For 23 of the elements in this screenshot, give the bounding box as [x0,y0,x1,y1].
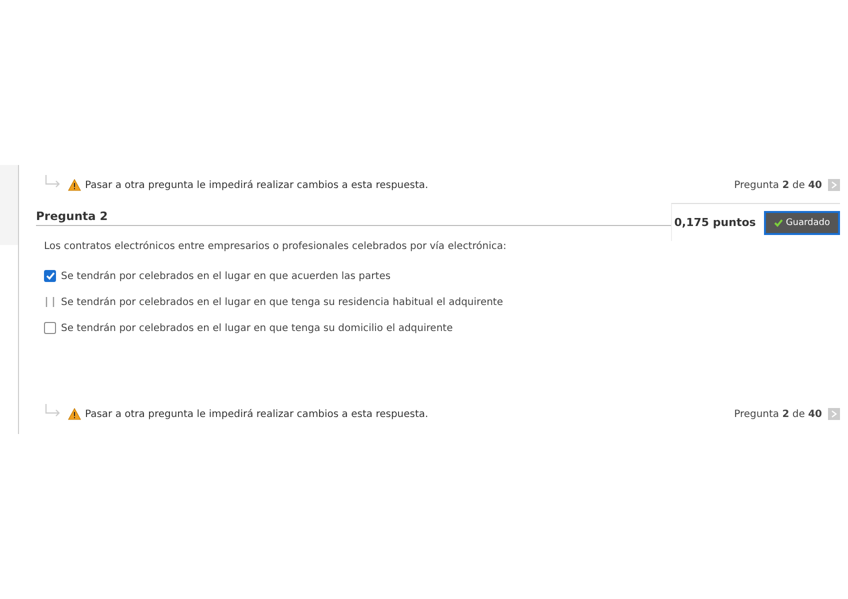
warning-text: Pasar a otra pregunta le impedirá realizar cambios a esta respuesta. [85,180,430,190]
warning-icon [68,179,81,191]
question-counter: Pregunta 2 de 40 [734,180,822,190]
checkbox[interactable] [44,322,56,334]
saved-status-button[interactable]: Guardado [764,210,840,234]
check-icon [774,218,783,226]
points-label: 0,175 puntos [674,216,756,229]
answer-option: Se tendrán por celebrados en el lugar en que tenga su domicilio el adquirente [61,322,453,334]
answer-option: Se tendrán por celebrados en el lugar en que tenga su residencia habitual el adquirente [61,296,504,308]
return-arrow-icon [44,403,62,419]
chevron-right-icon [831,181,837,189]
question-title: Pregunta 2 [36,205,672,226]
question-text: Los contratos electrónicos entre empresarios o profesionales celebrados por vía electrónica: [44,241,508,252]
checkbox[interactable] [44,296,56,308]
next-button[interactable] [828,179,840,191]
question-counter: Pregunta 2 de 40 [734,408,822,420]
answer-option: Se tendrán por celebrados en el lugar en que acuerden las partes [61,270,391,282]
warning-icon [68,408,81,420]
warning-text: Pasar a otra pregunta le impedirá realizar cambios a esta respuesta. [85,408,430,420]
return-arrow-icon [44,174,62,190]
next-button[interactable] [828,408,840,420]
checkbox[interactable] [44,270,56,282]
chevron-right-icon [831,410,837,418]
